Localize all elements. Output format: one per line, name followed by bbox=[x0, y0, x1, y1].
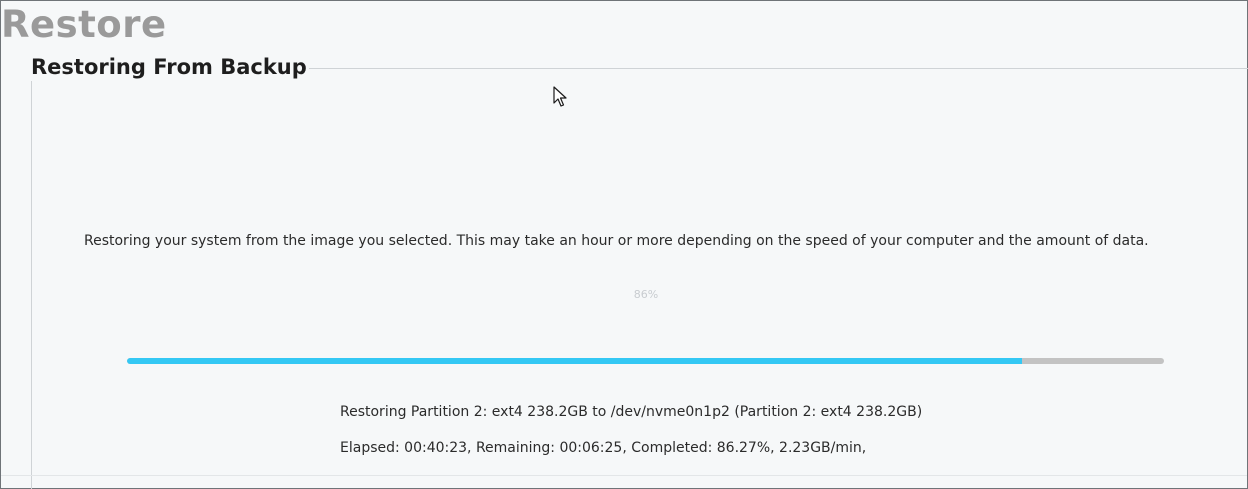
partition-status-text: Restoring Partition 2: ext4 238.2GB to /… bbox=[340, 404, 923, 420]
progress-bar bbox=[127, 358, 1164, 364]
progress-percent-label: 86% bbox=[633, 288, 659, 301]
restore-window: Restore Restoring From Backup Restoring … bbox=[0, 0, 1248, 489]
bottom-divider bbox=[1, 475, 1247, 476]
page-title: Restore bbox=[1, 3, 167, 46]
section-frame bbox=[31, 68, 1248, 489]
section-title: Restoring From Backup bbox=[31, 53, 309, 81]
progress-bar-fill bbox=[127, 358, 1022, 364]
restore-stats-text: Elapsed: 00:40:23, Remaining: 00:06:25, … bbox=[340, 440, 867, 456]
mouse-pointer-icon bbox=[553, 86, 567, 107]
restore-description: Restoring your system from the image you… bbox=[84, 233, 1149, 249]
